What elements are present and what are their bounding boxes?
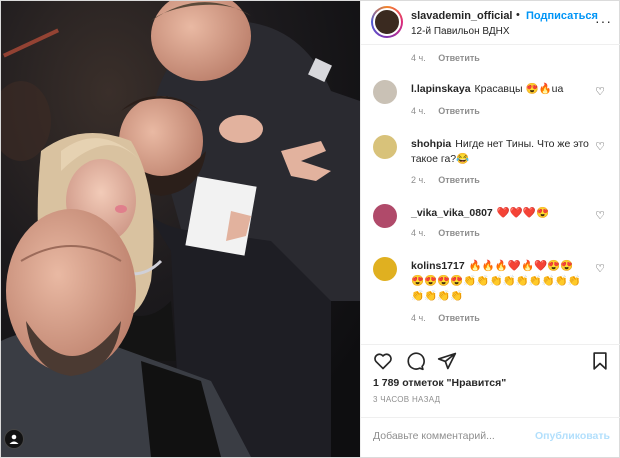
comment-like-icon[interactable]: ♡: [595, 140, 605, 153]
selfie-image: [1, 1, 360, 457]
comment-body: shohpia Нигде нет Тины. Что же это такое …: [411, 137, 591, 167]
share-icon[interactable]: [437, 351, 457, 376]
commenter-username[interactable]: kolins1717: [411, 260, 465, 272]
comment-time: 4 ч.: [411, 228, 426, 238]
comment-meta: 4 ч. Ответить: [411, 313, 480, 323]
post-side-panel: slavademin_official • Подписаться 12-й П…: [360, 1, 620, 457]
more-options-icon[interactable]: ···: [595, 13, 612, 29]
publish-button[interactable]: Опубликовать: [535, 430, 610, 442]
separator-dot: •: [516, 9, 520, 21]
post-timestamp[interactable]: 3 ЧАСОВ НАЗАД: [373, 395, 440, 404]
commenter-username[interactable]: l.lapinskaya: [411, 83, 471, 95]
comment-body: l.lapinskaya Красавцы 😍🔥ua: [411, 82, 591, 97]
comment-body: kolins1717 🔥🔥🔥❤️🔥❤️😍😍😍😍😍😍👏👏👏👏👏👏👏👏👏👏👏👏👏: [411, 259, 586, 304]
follow-button[interactable]: Подписаться: [526, 10, 598, 22]
comment-text: ❤️❤️❤️😍: [496, 207, 550, 219]
reply-button[interactable]: Ответить: [438, 313, 480, 323]
post-photo[interactable]: [1, 1, 360, 457]
comments-list: 4 ч. Ответить l.lapinskaya Красавцы 😍🔥ua …: [361, 46, 620, 336]
author-avatar[interactable]: [371, 6, 403, 38]
reply-button[interactable]: Ответить: [438, 53, 480, 63]
comment-time: 4 ч.: [411, 53, 426, 63]
user-tag-icon[interactable]: [4, 429, 24, 449]
post-actions: [361, 344, 620, 374]
comment-icon[interactable]: [405, 351, 425, 376]
reply-button[interactable]: Ответить: [438, 106, 480, 116]
comment-body: _vika_vika_0807 ❤️❤️❤️😍: [411, 206, 591, 221]
bookmark-icon[interactable]: [590, 351, 610, 376]
comment-meta: 4 ч. Ответить: [411, 228, 480, 238]
commenter-username[interactable]: _vika_vika_0807: [411, 207, 493, 219]
commenter-username[interactable]: shohpia: [411, 138, 451, 150]
commenter-avatar[interactable]: [373, 135, 397, 159]
author-username[interactable]: slavademin_official: [411, 10, 513, 22]
commenter-avatar[interactable]: [373, 80, 397, 104]
reply-button[interactable]: Ответить: [438, 175, 480, 185]
post-location[interactable]: 12-й Павильон ВДНХ: [411, 26, 510, 37]
comment-meta: 2 ч. Ответить: [411, 175, 480, 185]
comment-meta: 4 ч. Ответить: [411, 53, 480, 63]
commenter-avatar[interactable]: [373, 204, 397, 228]
reply-button[interactable]: Ответить: [438, 228, 480, 238]
comment-time: 4 ч.: [411, 106, 426, 116]
comment-like-icon[interactable]: ♡: [595, 85, 605, 98]
comment-like-icon[interactable]: ♡: [595, 262, 605, 275]
comment-time: 4 ч.: [411, 313, 426, 323]
comment-time: 2 ч.: [411, 175, 426, 185]
comment-text: Красавцы 😍🔥ua: [474, 83, 564, 95]
heart-icon[interactable]: [373, 351, 393, 376]
add-comment-bar: Опубликовать: [361, 417, 620, 457]
post-header: slavademin_official • Подписаться 12-й П…: [361, 1, 620, 45]
commenter-avatar[interactable]: [373, 257, 397, 281]
comment-meta: 4 ч. Ответить: [411, 106, 480, 116]
likes-count[interactable]: 1 789 отметок "Нравится": [373, 377, 506, 389]
comment-input[interactable]: [373, 430, 543, 442]
comment-like-icon[interactable]: ♡: [595, 209, 605, 222]
